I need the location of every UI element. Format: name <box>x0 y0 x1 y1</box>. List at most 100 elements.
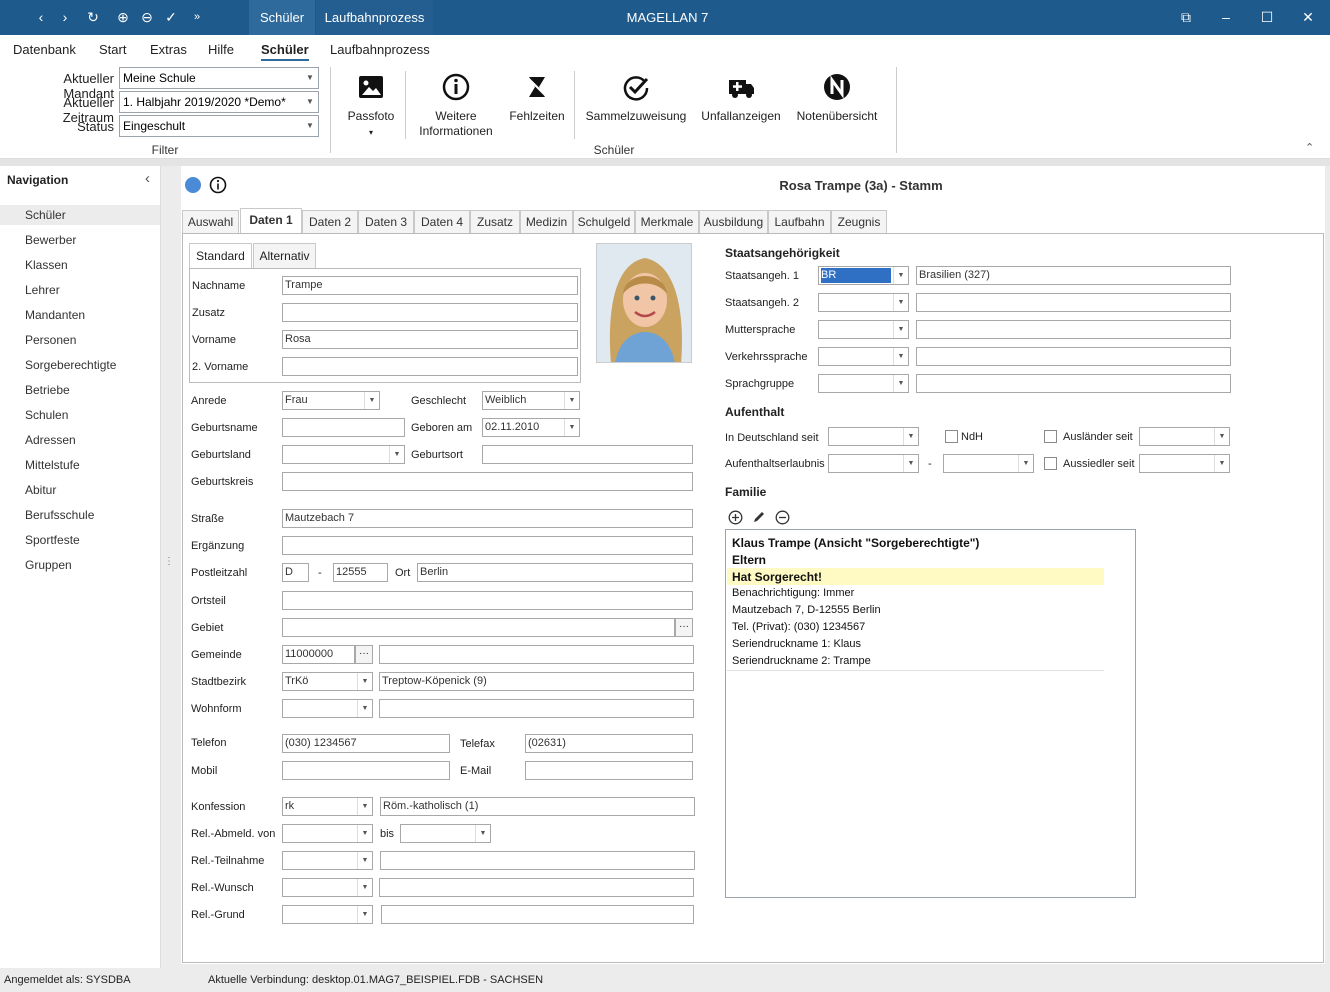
collapse-nav-icon[interactable]: ‹ <box>145 170 150 187</box>
close-button[interactable]: ✕ <box>1296 6 1320 28</box>
plz-field[interactable]: 12555 <box>333 563 388 582</box>
restore-icon[interactable]: ⧉ <box>1174 6 1198 28</box>
student-photo[interactable] <box>596 243 692 363</box>
nav-item-betriebe[interactable]: Betriebe <box>0 380 160 400</box>
plz-land-field[interactable]: D <box>282 563 309 582</box>
confirm-icon[interactable]: ✓ <box>163 8 179 26</box>
family-entry[interactable]: Klaus Trampe (Ansicht "Sorgeberechtigte"… <box>727 531 1104 671</box>
mobil-field[interactable] <box>282 761 450 780</box>
sprachgruppe-select[interactable]: ▼ <box>818 374 909 393</box>
tab-auswahl[interactable]: Auswahl <box>182 210 239 233</box>
nav-item-sportfeste[interactable]: Sportfeste <box>0 530 160 550</box>
relabmeld-bis-select[interactable]: ▼ <box>400 824 491 843</box>
menu-schueler[interactable]: Schüler <box>261 42 309 61</box>
maximize-button[interactable]: ☐ <box>1255 6 1279 28</box>
edit-family-icon[interactable] <box>751 510 766 525</box>
konfession-select[interactable]: rk ▼ <box>282 797 373 816</box>
status-select[interactable]: Eingeschult ▼ <box>119 115 319 137</box>
geburtskreis-field[interactable] <box>282 472 693 491</box>
nav-item-gruppen[interactable]: Gruppen <box>0 555 160 575</box>
relgrund-select[interactable]: ▼ <box>282 905 373 924</box>
tab-ausbildung[interactable]: Ausbildung <box>699 210 768 233</box>
tab-schulgeld[interactable]: Schulgeld <box>573 210 635 233</box>
notenuebersicht-button[interactable]: Notenübersicht <box>792 73 882 124</box>
add-icon[interactable]: ⊕ <box>115 8 131 26</box>
tab-zusatz[interactable]: Zusatz <box>470 210 520 233</box>
auslaender-select[interactable]: ▼ <box>1139 427 1230 446</box>
nav-item-bewerber[interactable]: Bewerber <box>0 230 160 250</box>
add-family-icon[interactable] <box>728 510 743 525</box>
passfoto-button[interactable]: Passfoto ▾ <box>343 73 399 140</box>
remove-icon[interactable]: ⊖ <box>139 8 155 26</box>
indeutschland-select[interactable]: ▼ <box>828 427 919 446</box>
aufenthaltserlaubnis-bis-select[interactable]: ▼ <box>943 454 1034 473</box>
info-icon[interactable] <box>209 176 227 194</box>
tab-merkmale[interactable]: Merkmale <box>635 210 699 233</box>
anrede-select[interactable]: Frau ▼ <box>282 391 380 410</box>
mandant-select[interactable]: Meine Schule ▼ <box>119 67 319 89</box>
zeitraum-select[interactable]: 1. Halbjahr 2019/2020 *Demo* ▼ <box>119 91 319 113</box>
tab-daten-2[interactable]: Daten 2 <box>302 210 358 233</box>
gemeinde-browse-button[interactable]: ··· <box>355 645 373 664</box>
nav-item-lehrer[interactable]: Lehrer <box>0 280 160 300</box>
geburtsort-field[interactable] <box>482 445 693 464</box>
nav-item-personen[interactable]: Personen <box>0 330 160 350</box>
wohnform-select[interactable]: ▼ <box>282 699 373 718</box>
nav-item-mandanten[interactable]: Mandanten <box>0 305 160 325</box>
muttersprache-select[interactable]: ▼ <box>818 320 909 339</box>
telefax-field[interactable]: (02631) <box>525 734 693 753</box>
aufenthaltserlaubnis-von-select[interactable]: ▼ <box>828 454 919 473</box>
strasse-field[interactable]: Mautzebach 7 <box>282 509 693 528</box>
nav-splitter[interactable]: ⋮ <box>161 166 174 968</box>
zusatz-field[interactable] <box>282 303 578 322</box>
vorname-field[interactable]: Rosa <box>282 330 578 349</box>
nav-item-klassen[interactable]: Klassen <box>0 255 160 275</box>
tab-zeugnis[interactable]: Zeugnis <box>831 210 887 233</box>
collapse-ribbon-icon[interactable]: ⌃ <box>1305 141 1314 154</box>
family-list[interactable]: Klaus Trampe (Ansicht "Sorgeberechtigte"… <box>725 529 1136 898</box>
context-tab-schueler[interactable]: Schüler <box>249 0 315 35</box>
fehlzeiten-button[interactable]: Fehlzeiten <box>506 73 568 124</box>
unfallanzeigen-button[interactable]: Unfallanzeigen <box>698 73 784 124</box>
weitere-informationen-button[interactable]: Weitere Informationen <box>412 73 500 139</box>
tab-laufbahn[interactable]: Laufbahn <box>768 210 831 233</box>
more-icon[interactable]: » <box>189 8 205 26</box>
minimize-button[interactable]: – <box>1214 6 1238 28</box>
ndh-checkbox[interactable] <box>945 430 958 443</box>
subtab-standard[interactable]: Standard <box>189 243 252 268</box>
relwunsch-select[interactable]: ▼ <box>282 878 373 897</box>
menu-hilfe[interactable]: Hilfe <box>208 42 234 57</box>
nav-item-mittelstufe[interactable]: Mittelstufe <box>0 455 160 475</box>
nachname-field[interactable]: Trampe <box>282 276 578 295</box>
gebiet-field[interactable] <box>282 618 675 637</box>
aussiedler-select[interactable]: ▼ <box>1139 454 1230 473</box>
vorname2-field[interactable] <box>282 357 578 376</box>
verkehrssprache-select[interactable]: ▼ <box>818 347 909 366</box>
tab-daten-1[interactable]: Daten 1 <box>240 208 302 233</box>
back-icon[interactable]: ‹ <box>33 8 49 26</box>
refresh-icon[interactable]: ↻ <box>85 8 101 26</box>
email-field[interactable] <box>525 761 693 780</box>
remove-family-icon[interactable] <box>775 510 790 525</box>
ergaenzung-field[interactable] <box>282 536 693 555</box>
geboren-date-picker[interactable]: 02.11.2010 ▼ <box>482 418 580 437</box>
geburtsname-field[interactable] <box>282 418 405 437</box>
geburtsland-select[interactable]: ▼ <box>282 445 405 464</box>
geschlecht-select[interactable]: Weiblich ▼ <box>482 391 580 410</box>
staat1-select[interactable]: BR ▼ <box>818 266 909 285</box>
menu-extras[interactable]: Extras <box>150 42 187 57</box>
nav-item-adressen[interactable]: Adressen <box>0 430 160 450</box>
staat2-select[interactable]: ▼ <box>818 293 909 312</box>
ortsteil-field[interactable] <box>282 591 693 610</box>
nav-item-berufsschule[interactable]: Berufsschule <box>0 505 160 525</box>
relteil-select[interactable]: ▼ <box>282 851 373 870</box>
telefon-field[interactable]: (030) 1234567 <box>282 734 450 753</box>
tab-daten-4[interactable]: Daten 4 <box>414 210 470 233</box>
menu-start[interactable]: Start <box>99 42 126 57</box>
subtab-alternativ[interactable]: Alternativ <box>253 243 316 268</box>
stadtbezirk-select[interactable]: TrKö ▼ <box>282 672 373 691</box>
relabmeld-von-select[interactable]: ▼ <box>282 824 373 843</box>
nav-item-schueler[interactable]: Schüler <box>0 205 160 225</box>
menu-datenbank[interactable]: Datenbank <box>13 42 76 57</box>
gemeinde-field[interactable]: 11000000 <box>282 645 355 664</box>
